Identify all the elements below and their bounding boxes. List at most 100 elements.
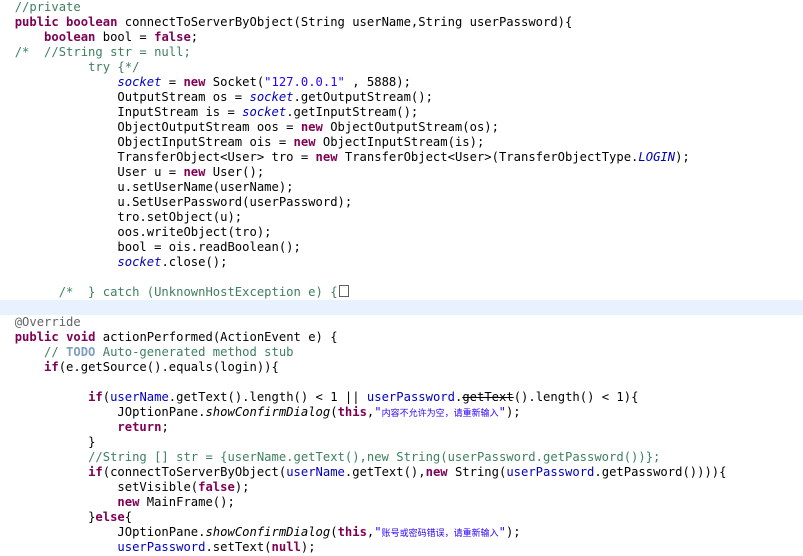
- keyword: public: [14, 330, 59, 344]
- code-text: , 5888);: [344, 75, 411, 89]
- string-literal-cjk: 账号或密码错误，请重新输入: [381, 529, 499, 539]
- code-text: JOptionPane.: [117, 525, 206, 539]
- annotation: @Override: [14, 315, 81, 329]
- field-reference: userPassword: [506, 465, 595, 479]
- code-text: User();: [205, 165, 265, 179]
- code-text: .getText().length() < 1 ||: [168, 390, 367, 404]
- code-text: u.setUserName(userName);: [117, 180, 294, 194]
- deprecated-method: getText: [462, 390, 514, 404]
- comment: /* //String str = null;: [14, 45, 191, 59]
- code-line-32: }else{: [0, 510, 803, 525]
- code-line-34: userPassword.setText(null);: [0, 540, 803, 555]
- keyword: null: [271, 540, 301, 554]
- code-line-28: //String [] str = {userName.getText(),ne…: [0, 450, 803, 465]
- code-line-9: ObjectOutputStream oos = new ObjectOutpu…: [0, 120, 803, 135]
- comment: //private: [14, 0, 81, 14]
- code-line-13: u.setUserName(userName);: [0, 180, 803, 195]
- field-reference: userPassword: [117, 540, 206, 554]
- string-literal: ": [498, 525, 506, 539]
- code-line-29: if(connectToServerByObject(userName.getT…: [0, 465, 803, 480]
- code-text: .getPassword()))){: [594, 465, 727, 479]
- keyword: else: [95, 510, 125, 524]
- enum-constant: LOGIN: [638, 150, 676, 164]
- code-text: Socket(: [205, 75, 265, 89]
- code-text: TransferObject<User>(TransferObjectType.: [337, 150, 639, 164]
- code-text: bool =: [95, 30, 155, 44]
- keyword: new: [315, 150, 338, 164]
- code-text: .close();: [161, 255, 228, 269]
- code-line-30: setVisible(false);: [0, 480, 803, 495]
- folded-code-icon[interactable]: [338, 285, 349, 297]
- code-text: ObjectInputStream ois =: [117, 135, 294, 149]
- code-text: TransferObject<User> tro =: [117, 150, 316, 164]
- code-text: ObjectInputStream(is);: [315, 135, 485, 149]
- method-signature: connectToServerByObject(String userName,…: [117, 15, 573, 29]
- code-text: (connectToServerByObject(: [102, 465, 287, 479]
- code-text: .getInputStream();: [286, 105, 419, 119]
- code-line-22: // TODO Auto-generated method stub: [0, 345, 803, 360]
- code-line-18: socket.close();: [0, 255, 803, 270]
- keyword: new: [183, 75, 206, 89]
- code-line-27: }: [0, 435, 803, 450]
- string-literal: ": [498, 405, 506, 419]
- keyword: new: [183, 165, 206, 179]
- comment: //String [] str = {userName.getText(),ne…: [88, 450, 661, 464]
- code-line-21: public void actionPerformed(ActionEvent …: [0, 330, 803, 345]
- code-text: actionPerformed(ActionEvent e) {: [95, 330, 338, 344]
- keyword: if: [88, 465, 103, 479]
- field-reference: userName: [286, 465, 345, 479]
- code-text: .getText(),: [344, 465, 426, 479]
- code-text: ;: [161, 420, 169, 434]
- code-line-26: return;: [0, 420, 803, 435]
- code-text: bool = ois.readBoolean();: [117, 240, 301, 254]
- code-text: .getOutputStream();: [293, 90, 433, 104]
- code-text: JOptionPane.: [117, 405, 206, 419]
- code-text: OutputStream os =: [117, 90, 250, 104]
- keyword: new: [300, 120, 323, 134]
- code-line-3: boolean bool = false;: [0, 30, 803, 45]
- code-line-4: /* //String str = null;: [0, 45, 803, 60]
- keyword: new: [293, 135, 316, 149]
- string-literal: "127.0.0.1": [264, 75, 345, 89]
- code-text: );: [300, 540, 316, 554]
- static-method: showConfirmDialog: [205, 525, 331, 539]
- code-text: ().length() < 1){: [513, 390, 639, 404]
- code-text: {: [124, 510, 133, 524]
- static-method: showConfirmDialog: [205, 405, 331, 419]
- java-code-editor[interactable]: //private public boolean connectToServer…: [0, 0, 803, 556]
- code-text: tro.setObject(u);: [117, 210, 243, 224]
- keyword: new: [425, 465, 448, 479]
- code-line-33: JOptionPane.showConfirmDialog(this,"账号或密…: [0, 525, 803, 540]
- code-text: .setText(: [205, 540, 272, 554]
- code-text: );: [505, 405, 521, 419]
- field-reference: socket: [249, 90, 294, 104]
- code-text: );: [675, 150, 690, 164]
- code-text: );: [505, 525, 521, 539]
- field-reference: userPassword: [366, 390, 455, 404]
- code-text: (: [102, 390, 111, 404]
- code-line-15: tro.setObject(u);: [0, 210, 803, 225]
- keyword: public boolean: [14, 15, 118, 29]
- comment: //: [44, 345, 67, 359]
- field-reference: socket: [117, 75, 162, 89]
- comment: Auto-generated method stub: [95, 345, 294, 359]
- code-line-10: ObjectInputStream ois = new ObjectInputS…: [0, 135, 803, 150]
- field-reference: socket: [242, 105, 287, 119]
- code-line-20: @Override: [0, 315, 803, 330]
- keyword: boolean: [44, 30, 96, 44]
- code-line-1: //private: [0, 0, 803, 15]
- code-text: setVisible(: [117, 480, 199, 494]
- field-reference: socket: [117, 255, 162, 269]
- code-text: User u =: [117, 165, 184, 179]
- code-line-7: OutputStream os = socket.getOutputStream…: [0, 90, 803, 105]
- keyword: false: [154, 30, 191, 44]
- code-line-19: /* } catch (UnknownHostException e) {: [0, 285, 803, 300]
- code-line-25: JOptionPane.showConfirmDialog(this,"内容不允…: [0, 405, 803, 420]
- code-text: ;: [190, 30, 199, 44]
- code-line-12: User u = new User();: [0, 165, 803, 180]
- code-text: (: [330, 525, 338, 539]
- keyword: if: [44, 360, 59, 374]
- keyword: void: [66, 330, 96, 344]
- keyword: new: [117, 495, 140, 509]
- code-line-5: try {*/: [0, 60, 803, 75]
